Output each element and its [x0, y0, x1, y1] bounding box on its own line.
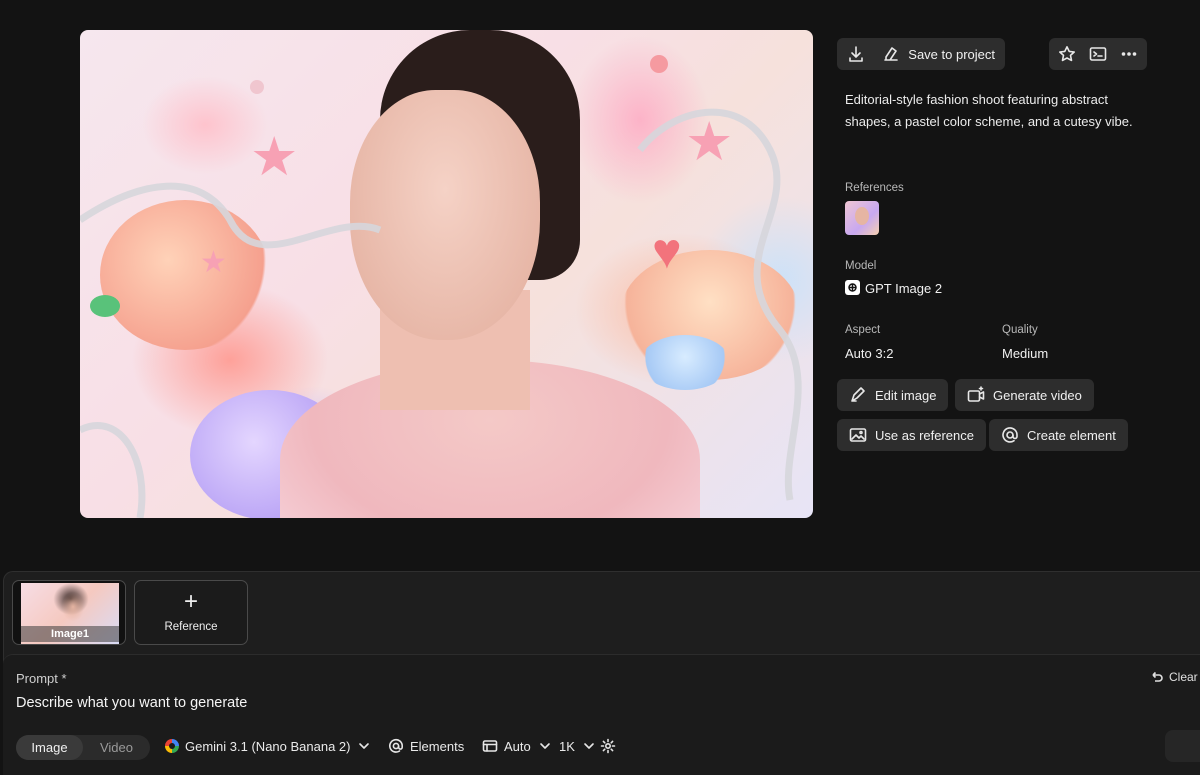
- terminal-icon[interactable]: [1089, 45, 1107, 63]
- clear-label: Clear a: [1169, 670, 1200, 684]
- image1-thumbnail-label: Image1: [21, 626, 119, 642]
- image-description: Editorial-style fashion shoot featuring …: [845, 92, 1133, 129]
- toolbar-right: [1049, 38, 1147, 70]
- prompt-label: Prompt *: [16, 671, 67, 686]
- quality-value: Medium: [1002, 346, 1049, 361]
- google-logo-icon: [165, 739, 179, 753]
- save-toolbar: Save to project: [837, 38, 1005, 70]
- model-select-label: Gemini 3.1 (Nano Banana 2): [185, 738, 351, 754]
- references-label: References: [845, 182, 904, 194]
- generated-image[interactable]: ★ ★ ★ ♥: [80, 30, 813, 518]
- save-to-project-icon: [882, 45, 900, 63]
- aspect-label: Aspect: [845, 324, 881, 336]
- create-element-button[interactable]: Create element: [989, 419, 1128, 451]
- aspect-select-label: Auto: [504, 738, 531, 754]
- model-value: GPT Image 2: [865, 281, 943, 296]
- chevron-down-icon: [359, 743, 370, 749]
- edit-image-button[interactable]: Edit image: [837, 379, 949, 411]
- image1-thumbnail-card[interactable]: Image1: [12, 580, 126, 645]
- star-icon[interactable]: [1058, 45, 1076, 63]
- generate-video-icon: [967, 386, 985, 404]
- aspect-ratio-icon: [482, 740, 498, 752]
- generate-button[interactable]: [1165, 730, 1200, 762]
- elements-label: Elements: [410, 738, 465, 754]
- chevron-down-icon: [539, 743, 550, 749]
- aspect-value: Auto 3:2: [845, 346, 894, 361]
- more-icon[interactable]: [1120, 45, 1138, 63]
- add-reference-label: Reference: [164, 621, 218, 633]
- prompt-area[interactable]: [3, 654, 1200, 775]
- reference-thumbnail[interactable]: [845, 201, 879, 235]
- at-sign-icon: [389, 738, 404, 753]
- mode-toggle: Image Video: [16, 735, 150, 760]
- aspect-select[interactable]: Auto: [482, 738, 553, 754]
- clear-button[interactable]: Clear a: [1150, 670, 1200, 684]
- generate-video-button[interactable]: Generate video: [955, 379, 1094, 411]
- model-select[interactable]: Gemini 3.1 (Nano Banana 2): [165, 738, 372, 754]
- resolution-select[interactable]: 1K: [559, 738, 597, 754]
- elements-button[interactable]: Elements: [388, 738, 464, 754]
- create-element-label: Create element: [1027, 427, 1116, 443]
- prompt-input[interactable]: Describe what you want to generate: [16, 695, 247, 711]
- use-as-reference-button[interactable]: Use as reference: [837, 419, 986, 451]
- use-as-reference-label: Use as reference: [875, 427, 974, 443]
- settings-button[interactable]: [600, 738, 616, 754]
- openai-logo-icon: [845, 280, 860, 295]
- chevron-down-icon: [584, 743, 594, 749]
- save-to-project-button[interactable]: Save to project: [908, 47, 995, 62]
- use-as-reference-icon: [849, 426, 867, 444]
- mode-image-tab[interactable]: Image: [16, 735, 83, 760]
- add-reference-button[interactable]: + Reference: [134, 580, 248, 645]
- gear-icon: [600, 738, 616, 754]
- model-label: Model: [845, 260, 877, 272]
- plus-icon: +: [183, 588, 198, 615]
- mode-video-tab[interactable]: Video: [83, 735, 150, 760]
- at-sign-icon: [1001, 426, 1019, 444]
- edit-image-icon: [849, 386, 867, 404]
- quality-label: Quality: [1002, 324, 1038, 336]
- download-icon[interactable]: [847, 45, 865, 63]
- undo-icon: [1152, 671, 1163, 682]
- generate-video-label: Generate video: [993, 387, 1082, 403]
- resolution-select-label: 1K: [559, 738, 575, 754]
- chrome-swirl: [80, 108, 802, 518]
- edit-image-label: Edit image: [875, 387, 937, 403]
